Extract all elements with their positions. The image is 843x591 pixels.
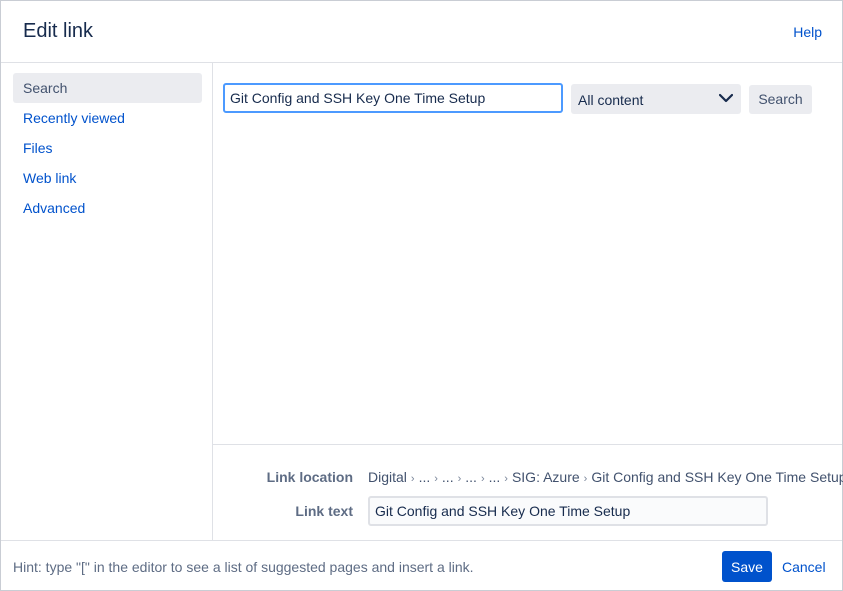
breadcrumb-item: Git Config and SSH Key One Time Setup (591, 469, 843, 485)
breadcrumb-item: SIG: Azure (511, 469, 580, 485)
breadcrumb: Digital ›... ›... ›... ›... › SIG: Azure › Git C… (368, 469, 843, 485)
save-button[interactable]: Save (722, 551, 772, 582)
chevron-right-icon: › (504, 473, 508, 485)
link-location-label: Link location (266, 469, 353, 485)
breadcrumb-item: ... (418, 469, 431, 485)
edit-link-dialog: Edit link Help Search Recently viewed Fi… (0, 0, 843, 591)
link-text-input[interactable] (368, 496, 768, 526)
help-link[interactable]: Help (793, 24, 822, 40)
cancel-button[interactable]: Cancel (782, 559, 826, 575)
chevron-right-icon: › (434, 473, 438, 485)
chevron-right-icon: › (457, 473, 462, 485)
dialog-title: Edit link (23, 20, 94, 42)
sidebar-item-search[interactable]: Search (13, 73, 202, 103)
search-button[interactable]: Search (749, 85, 812, 114)
chevron-right-icon: › (410, 473, 415, 485)
sidebar-item-advanced[interactable]: Advanced (13, 193, 202, 223)
content-scope-select[interactable]: All content (571, 84, 741, 114)
dialog-footer: Hint: type "[" in the editor to see a li… (1, 540, 842, 591)
content-scope-selected: All content (578, 92, 644, 108)
chevron-right-icon: › (480, 473, 485, 485)
search-input[interactable] (223, 83, 563, 113)
link-details-panel: Link location Digital ›... ›... ›... ›... › SI… (213, 444, 843, 540)
hint-text: Hint: type "[" in the editor to see a li… (13, 559, 474, 575)
dialog-header: Edit link Help (1, 1, 842, 63)
breadcrumb-item: Digital (368, 469, 407, 485)
breadcrumb-item: ... (488, 469, 501, 485)
sidebar: Search Recently viewed Files Web link Ad… (1, 63, 213, 540)
sidebar-item-web-link[interactable]: Web link (13, 163, 202, 193)
chevron-down-icon (719, 93, 733, 103)
sidebar-item-files[interactable]: Files (13, 133, 202, 163)
chevron-right-icon: › (583, 473, 588, 485)
breadcrumb-item: ... (441, 469, 454, 485)
sidebar-item-recently-viewed[interactable]: Recently viewed (13, 103, 202, 133)
breadcrumb-item: ... (465, 469, 477, 485)
link-text-label: Link text (295, 503, 353, 519)
main-panel: All content Search Link location Digital… (213, 63, 843, 540)
